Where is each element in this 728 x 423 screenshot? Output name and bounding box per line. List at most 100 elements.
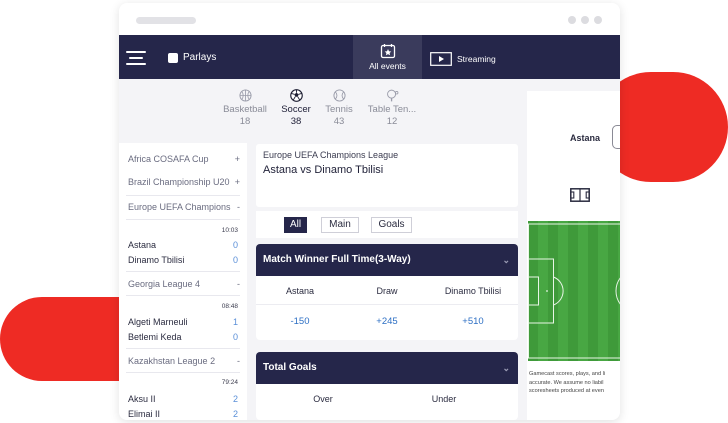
league-name: Georgia League 4 — [128, 279, 201, 289]
gamecast-disclaimer: Gamecast scores, plays, and li accurate.… — [529, 370, 620, 396]
collapse-icon[interactable]: - — [237, 356, 240, 366]
sport-count: 12 — [386, 116, 398, 127]
league-item[interactable]: Brazil Championship U20 + — [128, 177, 240, 187]
window-dot — [594, 16, 602, 24]
calendar-star-icon — [380, 44, 395, 59]
match-header-card: Europe UEFA Champions League Astana vs D… — [256, 144, 518, 207]
menu-icon[interactable] — [126, 51, 146, 65]
team-name: Elimai II — [128, 409, 161, 419]
pitch-lines — [528, 223, 620, 359]
odds-button[interactable]: +245 — [344, 316, 430, 327]
divider — [126, 219, 240, 220]
team-score: 2 — [232, 409, 238, 419]
expand-icon[interactable]: + — [235, 154, 240, 164]
expand-icon[interactable]: + — [235, 177, 240, 187]
match-league: Europe UEFA Champions League — [263, 150, 399, 160]
filter-main-button[interactable]: Main — [321, 217, 359, 233]
team-score: 0 — [232, 332, 238, 342]
column-label: Astana — [285, 286, 315, 296]
sport-count: 18 — [239, 116, 251, 127]
odds-button[interactable]: +510 — [430, 316, 516, 327]
odds-row: -150 +245 +510 — [256, 304, 518, 334]
team-score: 1 — [232, 317, 238, 327]
column-label: Draw — [376, 286, 398, 296]
match-time: 08:48 — [221, 303, 238, 310]
sport-tab-tennis[interactable]: Tennis 43 — [314, 89, 364, 127]
league-name: Europe UEFA Champions — [128, 202, 231, 212]
league-name: Africa COSAFA Cup — [128, 154, 209, 164]
team-badge-icon — [612, 125, 620, 149]
match-row-away[interactable]: Dinamo Tbilisi 0 — [128, 255, 238, 265]
tab-all-events-label: All events — [369, 61, 406, 71]
match-time: 10:03 — [221, 227, 238, 234]
match-row-home[interactable]: Astana 0 — [128, 240, 238, 250]
sport-name: Table Ten... — [367, 104, 417, 115]
soccer-ball-icon — [289, 89, 303, 102]
league-name: Kazakhstan League 2 — [128, 356, 216, 366]
team-name: Aksu II — [128, 394, 156, 404]
odds-button[interactable]: -150 — [257, 316, 343, 327]
market-header[interactable]: Total Goals ⌄ — [256, 352, 518, 384]
match-time: 79:24 — [221, 379, 238, 386]
parlays-checkbox[interactable] — [168, 52, 178, 63]
league-item[interactable]: Africa COSAFA Cup + — [128, 154, 240, 164]
column-label: Under — [431, 394, 457, 404]
league-list: Africa COSAFA Cup + Brazil Championship … — [119, 143, 247, 420]
match-row-home[interactable]: Aksu II 2 — [128, 394, 238, 404]
disclaimer-line: scoresheets produced at even — [529, 388, 604, 394]
top-navbar: Parlays All events Streaming — [119, 35, 620, 79]
market-title: Match Winner Full Time(3-Way) — [263, 254, 411, 265]
collapse-icon[interactable]: - — [237, 279, 240, 289]
team-score: 0 — [232, 240, 238, 250]
play-icon — [430, 52, 452, 66]
gamecast-panel: Astana Gamecast scores, plays, and li ac… — [527, 91, 620, 420]
tennis-ball-icon — [332, 89, 346, 102]
league-item[interactable]: Europe UEFA Champions - — [128, 202, 240, 212]
team-score: 2 — [232, 394, 238, 404]
address-bar — [136, 17, 196, 24]
sport-count: 43 — [333, 116, 345, 127]
column-label: Dinamo Tbilisi — [444, 286, 502, 296]
team-name: Betlemi Keda — [128, 332, 182, 342]
market-columns: Over Under — [256, 384, 518, 412]
window-dot — [581, 16, 589, 24]
divider — [126, 271, 240, 272]
sport-tabs: Basketball 18 Soccer 38 Tennis 43 Table … — [119, 79, 519, 139]
league-item[interactable]: Kazakhstan League 2 - — [128, 356, 240, 366]
parlays-toggle[interactable]: Parlays — [168, 52, 216, 63]
team-score: 0 — [232, 255, 238, 265]
match-row-away[interactable]: Betlemi Keda 0 — [128, 332, 238, 342]
parlays-label: Parlays — [183, 52, 217, 63]
browser-chrome — [119, 3, 620, 35]
divider — [126, 372, 240, 373]
column-label: Over — [313, 394, 333, 404]
match-row-home[interactable]: Algeti Marneuli 1 — [128, 317, 238, 327]
market-total-goals: Total Goals ⌄ Over Under — [256, 352, 518, 420]
tab-streaming-label: Streaming — [457, 54, 496, 64]
sport-tab-table-tennis[interactable]: Table Ten... 12 — [366, 89, 418, 127]
chevron-down-icon[interactable]: ⌄ — [502, 244, 510, 276]
divider — [126, 295, 240, 296]
market-title: Total Goals — [263, 362, 317, 373]
pitch-icon — [570, 188, 590, 202]
filter-goals-button[interactable]: Goals — [371, 217, 412, 233]
sport-name: Tennis — [325, 104, 353, 115]
disclaimer-line: Gamecast scores, plays, and li — [529, 371, 606, 377]
market-columns: Astana Draw Dinamo Tbilisi — [256, 276, 518, 304]
sport-name: Basketball — [223, 104, 267, 115]
chevron-down-icon[interactable]: ⌄ — [502, 352, 510, 384]
tab-all-events[interactable]: All events — [353, 35, 422, 79]
market-header[interactable]: Match Winner Full Time(3-Way) ⌄ — [256, 244, 518, 276]
sport-name: Soccer — [281, 104, 311, 115]
match-row-away[interactable]: Elimai II 2 — [128, 409, 238, 419]
disclaimer-line: accurate. We assume no liabil — [529, 379, 604, 386]
sport-tab-basketball[interactable]: Basketball 18 — [220, 89, 270, 127]
table-tennis-icon — [386, 89, 398, 102]
tab-streaming[interactable]: Streaming — [430, 35, 510, 79]
filter-all-button[interactable]: All — [284, 217, 307, 233]
collapse-icon[interactable]: - — [237, 202, 240, 212]
league-item[interactable]: Georgia League 4 - — [128, 279, 240, 289]
browser-window: Parlays All events Streaming Basketball … — [119, 3, 620, 420]
market-match-winner: Match Winner Full Time(3-Way) ⌄ Astana D… — [256, 244, 518, 340]
team-name: Dinamo Tbilisi — [128, 255, 185, 265]
